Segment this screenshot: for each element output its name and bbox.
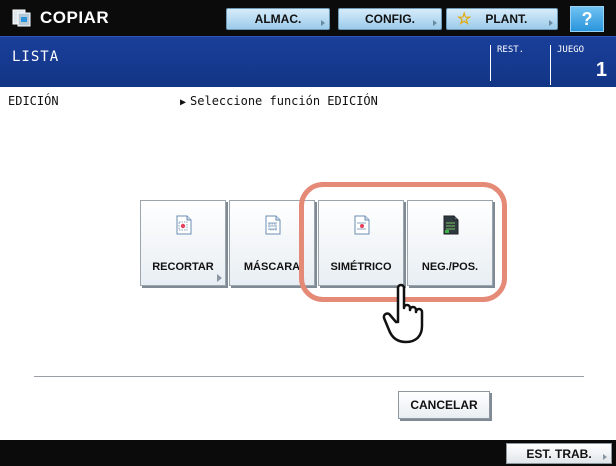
pointing-hand-icon (380, 282, 436, 349)
star-icon: ☆ (457, 11, 472, 28)
copier-icon (12, 9, 32, 27)
submenu-arrow-icon (217, 274, 222, 282)
submenu-arrow-icon (603, 454, 607, 460)
section-label: EDICIÓN (8, 94, 59, 108)
almac-label: ALMAC. (254, 12, 302, 26)
juego-label: JUEGO (557, 45, 585, 55)
status-bar: LISTA REST. JUEGO 1 (0, 36, 616, 87)
mask-document-icon (265, 215, 281, 240)
app-title: COPIAR (40, 8, 110, 27)
status-message: LISTA (12, 49, 60, 65)
almac-button[interactable]: ALMAC. (226, 8, 330, 30)
recortar-button[interactable]: RECORTAR (140, 200, 226, 286)
juego-count: 1 (595, 59, 607, 81)
crop-document-icon (176, 215, 192, 240)
job-status-button[interactable]: EST. TRAB. (506, 443, 612, 464)
submenu-arrow-icon (321, 20, 325, 26)
recortar-label: RECORTAR (152, 261, 214, 273)
rest-label: REST. (497, 45, 525, 55)
instruction-label: Seleccione función EDICIÓN (190, 94, 378, 108)
config-button[interactable]: CONFIG. (338, 8, 442, 30)
job-status-label: EST. TRAB. (526, 446, 592, 461)
help-button[interactable]: ? (570, 6, 604, 32)
cancel-label: CANCELAR (410, 398, 478, 412)
help-label: ? (581, 8, 593, 29)
config-label: CONFIG. (365, 12, 415, 26)
pointer-triangle-icon: ▶ (180, 97, 187, 108)
plant-label: PLANT. (485, 12, 528, 26)
juego-indicator: JUEGO 1 (550, 45, 611, 85)
submenu-arrow-icon (433, 20, 437, 26)
submenu-arrow-icon (549, 20, 553, 26)
cancel-button[interactable]: CANCELAR (398, 391, 490, 419)
rest-indicator: REST. (490, 45, 543, 81)
divider (34, 376, 584, 377)
instruction-text: ▶ Seleccione función EDICIÓN (180, 94, 378, 108)
plant-button[interactable]: ☆ PLANT. (446, 8, 558, 30)
